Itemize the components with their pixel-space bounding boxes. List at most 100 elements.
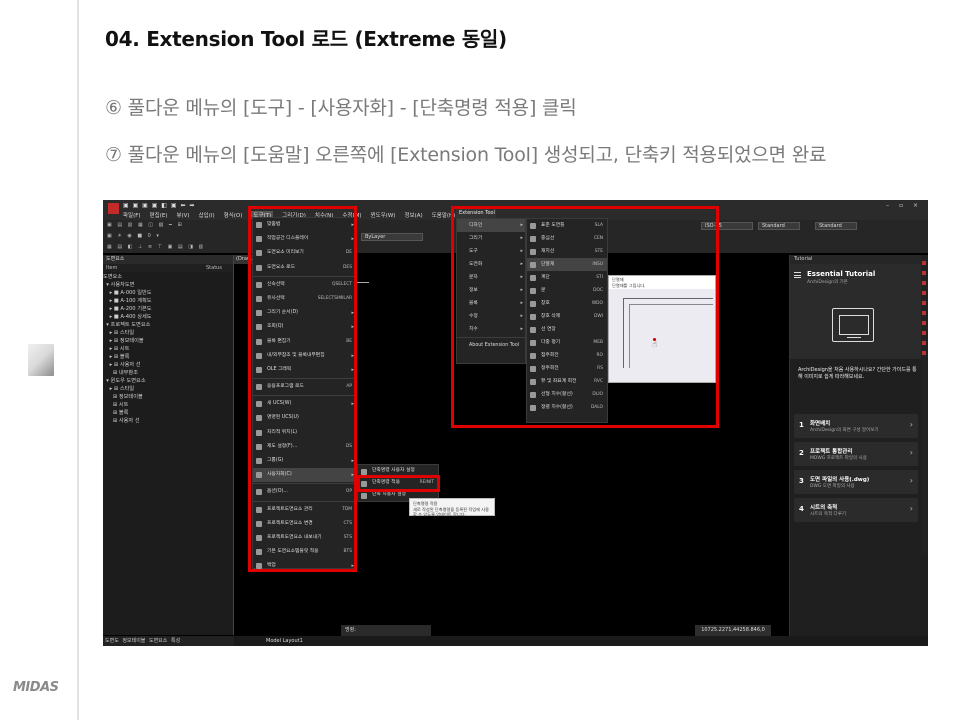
tools-menu-item[interactable]: 사용자화(C) ▸ [253,468,356,483]
tools-menu-item[interactable]: 프로젝트도면요소 관리 TDM [253,503,356,517]
tree-item[interactable]: 도면요소 [103,273,233,281]
extension-submenu-item[interactable]: 표준 도면틀 SLA [527,219,607,232]
layer-toolbar-icons[interactable]: ▣ ☀ ◉ ■ 0 ▾ [107,233,161,239]
tutorial-card[interactable]: 1 화면배치 ArchiDesign의 화면 구성 알아보기 › [794,414,918,438]
window-controls[interactable]: – ▫ × [886,202,922,209]
tools-menu-item[interactable]: 유사선택 SELECTSIMILAR [253,292,356,306]
tools-menu-item[interactable]: 도면요소 미리보기 DE [253,246,356,260]
extension-menu-item[interactable]: 그리기 ▸ [457,232,525,245]
menubar-item[interactable]: 윈도우(W) [371,211,396,219]
menubar-item[interactable]: 편집(E) [150,211,168,219]
tools-menu-item[interactable]: 새 UCS(W) ▸ [253,397,356,411]
tools-menu-item[interactable]: 옵션(O)... OP [253,485,356,499]
tree-item[interactable]: ⊞ 정보테이블 [103,393,233,401]
tools-menu-item[interactable]: 프로젝트도면요소 내보내기 STS [253,531,356,545]
tools-menu-item[interactable]: 도면요소 로드 DES [253,261,356,275]
menubar-item[interactable]: 도움말(H) [432,211,456,219]
extension-submenu-item[interactable]: 문 DOC [527,284,607,297]
tools-menu-item[interactable]: 제도 설정(F)... DS [253,440,356,454]
tree-item[interactable]: ▸ ■ A-000 일반도 [103,289,233,297]
tools-menu-item[interactable]: 조회(Q) ▸ [253,320,356,334]
menubar-item[interactable]: 뷰(V) [176,211,189,219]
extension-menu-item[interactable]: 문자 ▸ [457,271,525,284]
quick-access-icons[interactable]: ▣ ▣ ▣ ▣ ◧ ▣ ⬅ ➡ [123,202,195,209]
tree-item[interactable]: ▾ 윈도우 도면요소 [103,377,233,385]
panel-bottom-tabs[interactable]: 도면도 정보테이블 도면요소 특성 [103,636,234,646]
extension-menu-item[interactable]: 치수 ▸ [457,323,525,336]
textstyle-dropdown[interactable]: Standard [758,222,800,230]
extension-submenu-item[interactable]: 재치선 STE [527,245,607,258]
tools-menu-item[interactable]: 그룹(G) ▸ [253,454,356,468]
menu-item-icon [256,534,262,541]
tutorial-card[interactable]: 3 도면 파일의 사용(.dwg) DWG 도면 파일의 사용 › [794,470,918,494]
tools-menu-item[interactable]: 백업 ▸ [253,559,356,573]
tools-menu-item[interactable]: 맞춤법 ▸ [253,218,356,232]
extension-menu-item[interactable]: About Extension Tool [457,339,525,352]
hamburger-icon[interactable] [794,272,801,278]
extension-submenu-item[interactable]: 계단 STI [527,271,607,284]
extension-tool-menu-tab[interactable]: Extension Tool [456,209,496,218]
extension-submenu-item[interactable]: 창호 WDO [527,297,607,310]
customize-submenu-item[interactable]: 단축명령 적용 REINIT [358,477,438,489]
tree-item[interactable]: ▸ ⊞ 사용자 선 [103,361,233,369]
draw-toolbar-icons[interactable]: ▦ ▤ ◧ ⊥ ≡ ⊤ ▣ ▤ ◨ ▥ [107,244,205,250]
extension-submenu-item[interactable]: 정주회전 RS [527,362,607,375]
tools-menu-item[interactable]: 블록 편집기 BE [253,335,356,349]
tree-item[interactable]: ▸ ⊞ 블록 [103,353,233,361]
menubar-item[interactable]: 삽입(I) [199,211,215,219]
dimstyle-dropdown[interactable]: ISO-25 [701,222,753,230]
toolbar-icons[interactable]: ▣ ▤ ▥ ▦ ◫ ▧ ━ ⊞ [107,222,184,228]
tools-menu-item[interactable]: 지리적 위치(L) [253,426,356,440]
linetype-dropdown[interactable]: ByLayer [361,233,423,241]
tools-menu-item[interactable]: 응용프로그램 로드 AP [253,380,356,394]
extension-submenu-item[interactable]: 중심선 CEN [527,232,607,245]
tree-item[interactable]: ▸ ■ A-200 기본도 [103,305,233,313]
extension-menu-item[interactable]: 블록 ▸ [457,297,525,310]
tools-menu-item[interactable]: 그리기 순서(D) ▸ [253,306,356,320]
tree-item[interactable]: ▸ ■ A-100 계획도 [103,297,233,305]
extension-submenu-item[interactable]: 정렬 치수(활선) DALO [527,401,607,414]
tablestyle-dropdown[interactable]: Standard [815,222,857,230]
menubar-item[interactable]: 파일(F) [123,211,141,219]
model-layout-tabs[interactable]: Model Layout1 [266,636,303,646]
tools-menu-item[interactable]: 작업공간 디스플레이 ▸ [253,232,356,246]
right-tool-strip[interactable] [921,255,928,555]
extension-menu-item[interactable]: 도구 ▸ [457,245,525,258]
tree-item[interactable]: ⊞ 내부참조 [103,369,233,377]
tutorial-card[interactable]: 2 프로젝트 통합관리 MDWG 프로젝트 파일의 사용 › [794,442,918,466]
panel-title: 도면요소 [103,255,233,264]
tools-menu-item[interactable]: 신속선택 QSELECT [253,278,356,292]
extension-menu-item[interactable]: 디자인 ▸ [457,219,525,232]
tree-item[interactable]: ▸ ⊞ 스타일 [103,329,233,337]
extension-submenu-item[interactable]: 단열재 INSU [527,258,607,271]
tools-menu-item[interactable]: 기본 도면요소템플릿 적용 BTS [253,545,356,559]
extension-submenu-item[interactable]: 다중 평기 MEB [527,336,607,349]
extension-menu-item[interactable]: 정보 ▸ [457,284,525,297]
tree-item[interactable]: ▸ ■ A-400 상세도 [103,313,233,321]
tree-item[interactable]: ▸ ⊞ 스타일 [103,385,233,393]
tools-menu-item[interactable]: OLE 그래픽 ▸ [253,363,356,377]
tree-item[interactable]: ▸ ⊞ 시트 [103,345,233,353]
tutorial-card[interactable]: 4 시트의 축척 시트의 축척 다루기 › [794,498,918,522]
extension-submenu-item[interactable]: 선형 치수(활선) DLIO [527,388,607,401]
extension-submenu-item[interactable]: 창호 삭제 DWI [527,310,607,323]
tools-menu-item[interactable]: 내/외부참조 및 블록내부편집 ▸ [253,349,356,363]
tree-item[interactable]: ⊞ 사용자 선 [103,417,233,425]
tree-item[interactable]: ▾ 프로젝트 도면요소 [103,321,233,329]
command-line[interactable]: 명령: [341,625,431,636]
tree-item[interactable]: ⊞ 시트 [103,401,233,409]
extension-menu-item[interactable]: 수정 ▸ [457,310,525,323]
tree-item[interactable]: ⊞ 블록 [103,409,233,417]
extension-submenu-item[interactable]: 점주회전 RO [527,349,607,362]
tree-item[interactable]: ▸ ⊞ 정보테이블 [103,337,233,345]
tree-item[interactable]: ▾ 사용자도면 [103,281,233,289]
tools-menu-item[interactable]: 명명된 UCS(U) [253,411,356,425]
menu-item-icon [256,401,262,408]
extension-submenu-item[interactable]: 선 연장 [527,323,607,336]
tools-menu-item[interactable]: 프로젝트도면요소 변경 CTS [253,517,356,531]
customize-submenu-item[interactable]: 단축명령 사용자 설정 [358,465,438,477]
menubar-item[interactable]: 정보(A) [405,211,423,219]
extension-submenu-item[interactable]: 뷰 및 좌표계 회전 RVC [527,375,607,388]
extension-menu-item[interactable]: 도면화 ▸ [457,258,525,271]
menubar-item[interactable]: 형식(O) [224,211,243,219]
